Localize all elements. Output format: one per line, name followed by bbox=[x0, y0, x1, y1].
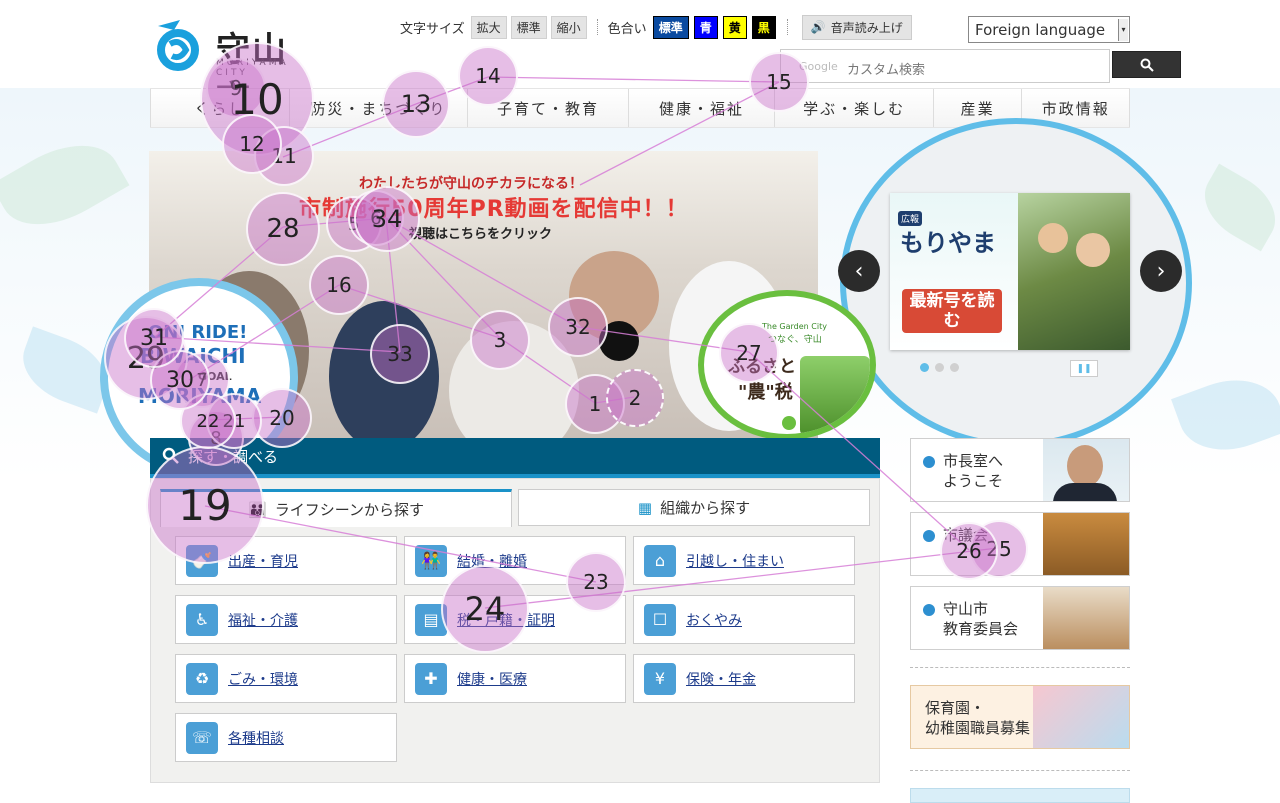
overlay-marker: 32 bbox=[548, 297, 608, 357]
overlay-marker: 19 bbox=[146, 446, 264, 564]
overlay-marker: 2 bbox=[606, 369, 664, 427]
overlay-marker: 16 bbox=[309, 255, 369, 315]
overlay-marker: 23 bbox=[566, 552, 626, 612]
overlay-marker: 13 bbox=[382, 70, 450, 138]
overlay-marker: 14 bbox=[458, 46, 518, 106]
overlay-marker: 24 bbox=[441, 565, 529, 653]
overlay-marker: 26 bbox=[940, 522, 998, 580]
overlay-marker: 27 bbox=[719, 323, 779, 383]
overlay-marker: 15 bbox=[749, 52, 809, 112]
overlay-marker: 31 bbox=[124, 308, 184, 368]
overlay-marker: 28 bbox=[246, 192, 320, 266]
overlay-marker: 34 bbox=[354, 186, 420, 252]
overlay-marker: 3 bbox=[470, 310, 530, 370]
overlay-marker: 33 bbox=[370, 324, 430, 384]
overlay-marker: 12 bbox=[222, 114, 282, 174]
